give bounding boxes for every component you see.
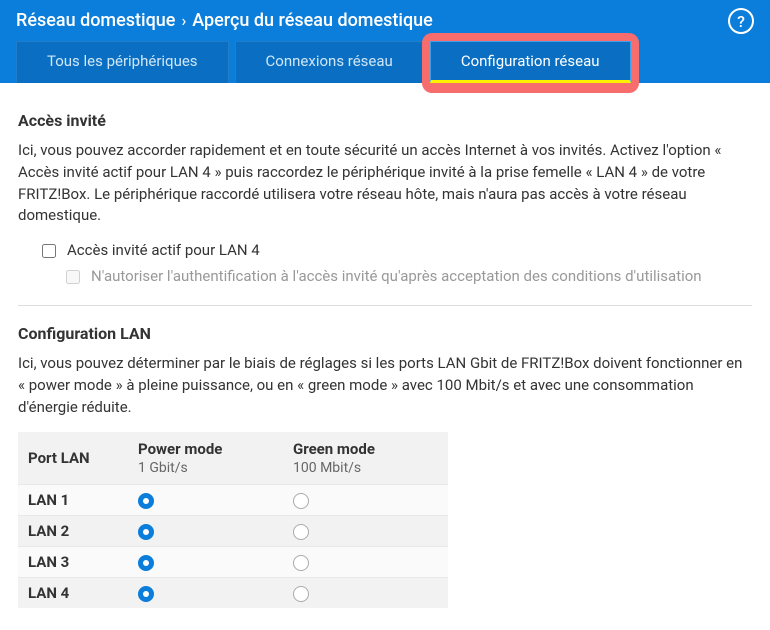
power-mode-radio[interactable] bbox=[138, 524, 154, 540]
divider bbox=[18, 305, 752, 306]
lan-port-label: LAN 3 bbox=[18, 547, 128, 578]
chevron-right-icon: › bbox=[181, 11, 186, 30]
lan-port-label: LAN 4 bbox=[18, 578, 128, 609]
guest-access-text: Ici, vous pouvez accorder rapidement et … bbox=[18, 140, 752, 227]
col-port: Port LAN bbox=[18, 432, 128, 485]
col-power: Power mode 1 Gbit/s bbox=[128, 432, 283, 485]
power-mode-radio[interactable] bbox=[138, 586, 154, 602]
breadcrumb: Réseau domestique › Aperçu du réseau dom… bbox=[16, 10, 754, 41]
table-row: LAN 1 bbox=[18, 485, 448, 516]
tab-network-connections[interactable]: Connexions réseau bbox=[235, 41, 424, 83]
help-icon[interactable]: ? bbox=[728, 8, 754, 34]
tab-network-config[interactable]: Configuration réseau bbox=[430, 41, 631, 83]
table-row: LAN 2 bbox=[18, 516, 448, 547]
guest-access-title: Accès invité bbox=[18, 111, 752, 130]
guest-access-lan4-row[interactable]: Accès invité actif pour LAN 4 bbox=[38, 241, 752, 261]
green-mode-radio[interactable] bbox=[293, 555, 309, 571]
lan-table: Port LAN Power mode 1 Gbit/s Green mode … bbox=[18, 432, 448, 608]
guest-access-terms-label: N'autoriser l'authentification à l'accès… bbox=[91, 267, 702, 285]
col-green: Green mode 100 Mbit/s bbox=[283, 432, 448, 485]
guest-access-lan4-label: Accès invité actif pour LAN 4 bbox=[67, 241, 260, 259]
guest-access-terms-checkbox bbox=[66, 270, 80, 284]
breadcrumb-current: Aperçu du réseau domestique bbox=[192, 10, 433, 31]
power-mode-radio[interactable] bbox=[138, 493, 154, 509]
green-mode-radio[interactable] bbox=[293, 586, 309, 602]
lan-port-label: LAN 1 bbox=[18, 485, 128, 516]
tabs: Tous les périphériques Connexions réseau… bbox=[16, 41, 754, 83]
lan-port-label: LAN 2 bbox=[18, 516, 128, 547]
lan-config-text: Ici, vous pouvez déterminer par le biais… bbox=[18, 353, 752, 418]
guest-access-terms-row: N'autoriser l'authentification à l'accès… bbox=[62, 267, 752, 287]
lan-config-title: Configuration LAN bbox=[18, 324, 752, 343]
table-row: LAN 4 bbox=[18, 578, 448, 609]
breadcrumb-parent[interactable]: Réseau domestique bbox=[16, 10, 175, 31]
green-mode-radio[interactable] bbox=[293, 493, 309, 509]
power-mode-radio[interactable] bbox=[138, 555, 154, 571]
guest-access-lan4-checkbox[interactable] bbox=[42, 244, 56, 258]
table-row: LAN 3 bbox=[18, 547, 448, 578]
green-mode-radio[interactable] bbox=[293, 524, 309, 540]
tab-all-devices[interactable]: Tous les périphériques bbox=[16, 41, 229, 83]
